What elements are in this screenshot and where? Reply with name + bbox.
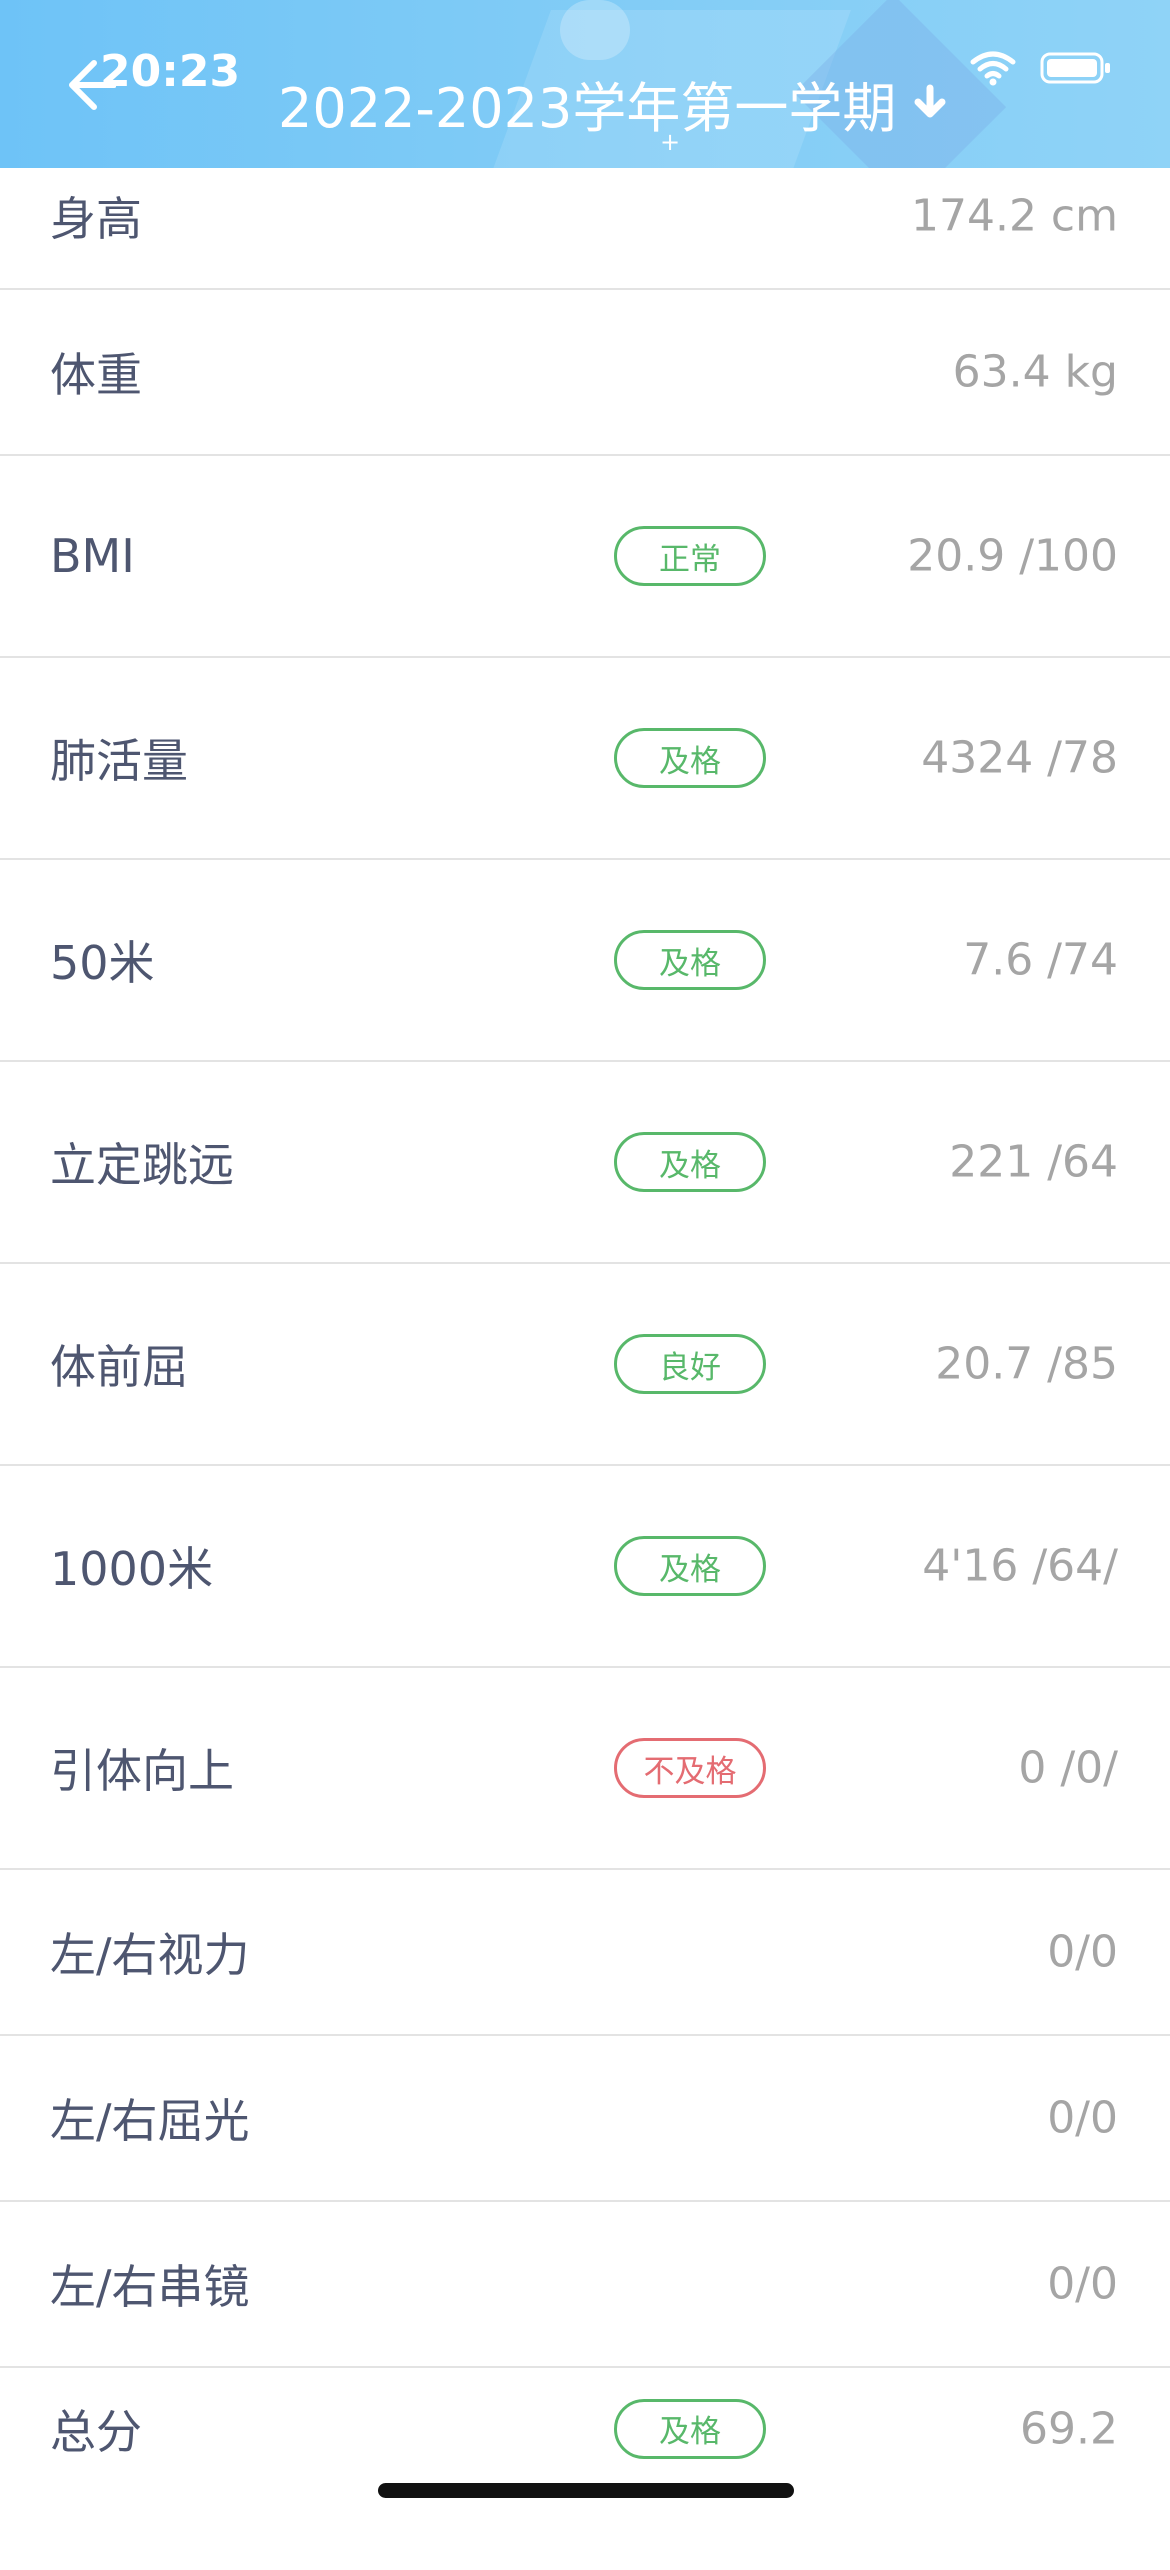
list-item-1000m: 1000米 及格 4'16 /64/ (0, 1466, 1170, 1668)
chevron-down-icon (914, 84, 946, 117)
list-item-total-score: 总分 及格 69.2 (0, 2368, 1170, 2570)
row-value: 4324 /78 (921, 732, 1118, 784)
row-label: 肺活量 (50, 734, 188, 788)
row-value: 221 /64 (949, 1136, 1118, 1188)
row-label: 体前屈 (50, 1340, 188, 1394)
fitness-results-list: 身高 174.2 cm 体重 63.4 kg BMI 正常 20.9 /100 … (0, 168, 1170, 2570)
home-indicator[interactable] (378, 2483, 794, 2498)
row-value: 7.6 /74 (963, 934, 1118, 986)
row-label: 1000米 (50, 1542, 214, 1596)
status-badge: 良好 (614, 1334, 766, 1394)
row-label: 身高 (50, 192, 142, 246)
row-label: 总分 (50, 2404, 142, 2459)
list-item-standing-jump: 立定跳远 及格 221 /64 (0, 1062, 1170, 1264)
battery-icon (1040, 52, 1110, 84)
row-label: 左/右视力 (50, 1928, 250, 1982)
row-label: 立定跳远 (50, 1138, 234, 1192)
row-value: 20.9 /100 (907, 530, 1118, 582)
status-badge: 及格 (614, 728, 766, 788)
list-item-pull-up: 引体向上 不及格 0 /0/ (0, 1668, 1170, 1870)
status-badge: 及格 (614, 2398, 766, 2459)
list-item-50m: 50米 及格 7.6 /74 (0, 860, 1170, 1062)
list-item-lens-test: 左/右串镜 0/0 (0, 2202, 1170, 2368)
row-value: 63.4 kg (952, 346, 1118, 398)
list-item-vision: 左/右视力 0/0 (0, 1870, 1170, 2036)
row-label: 体重 (50, 348, 142, 402)
row-label: 左/右屈光 (50, 2094, 250, 2148)
list-item-weight: 体重 63.4 kg (0, 290, 1170, 456)
row-label: 50米 (50, 936, 155, 990)
list-item-bmi: BMI 正常 20.9 /100 (0, 456, 1170, 658)
row-label: 左/右串镜 (50, 2260, 250, 2314)
row-label: BMI (50, 529, 135, 583)
row-label: 引体向上 (50, 1744, 234, 1798)
status-badge: 及格 (614, 1536, 766, 1596)
row-value: 4'16 /64/ (922, 1540, 1118, 1592)
row-value: 0 /0/ (1018, 1742, 1118, 1794)
row-value: 0/0 (1047, 2092, 1118, 2144)
status-time: 20:23 (100, 46, 241, 97)
header-bar: 20:23 2022-2023学年第一学期 + (0, 0, 1170, 168)
list-item-vital-capacity: 肺活量 及格 4324 /78 (0, 658, 1170, 860)
plus-icon: + (660, 128, 681, 156)
wifi-icon (970, 51, 1016, 86)
list-item-sit-and-reach: 体前屈 良好 20.7 /85 (0, 1264, 1170, 1466)
status-badge: 及格 (614, 930, 766, 990)
row-value: 174.2 cm (910, 190, 1118, 242)
row-value: 0/0 (1047, 1926, 1118, 1978)
semester-selector[interactable]: 2022-2023学年第一学期 (278, 64, 950, 143)
list-item-height: 身高 174.2 cm (0, 168, 1170, 290)
row-value: 69.2 (1020, 2403, 1118, 2455)
status-icons (970, 50, 1112, 86)
list-item-refraction: 左/右屈光 0/0 (0, 2036, 1170, 2202)
row-value: 0/0 (1047, 2258, 1118, 2310)
header-decoration (560, 0, 630, 60)
status-badge: 不及格 (614, 1738, 766, 1798)
status-badge: 正常 (614, 526, 766, 586)
page-title: 2022-2023学年第一学期 (278, 77, 897, 140)
row-value: 20.7 /85 (935, 1338, 1118, 1390)
status-badge: 及格 (614, 1132, 766, 1192)
